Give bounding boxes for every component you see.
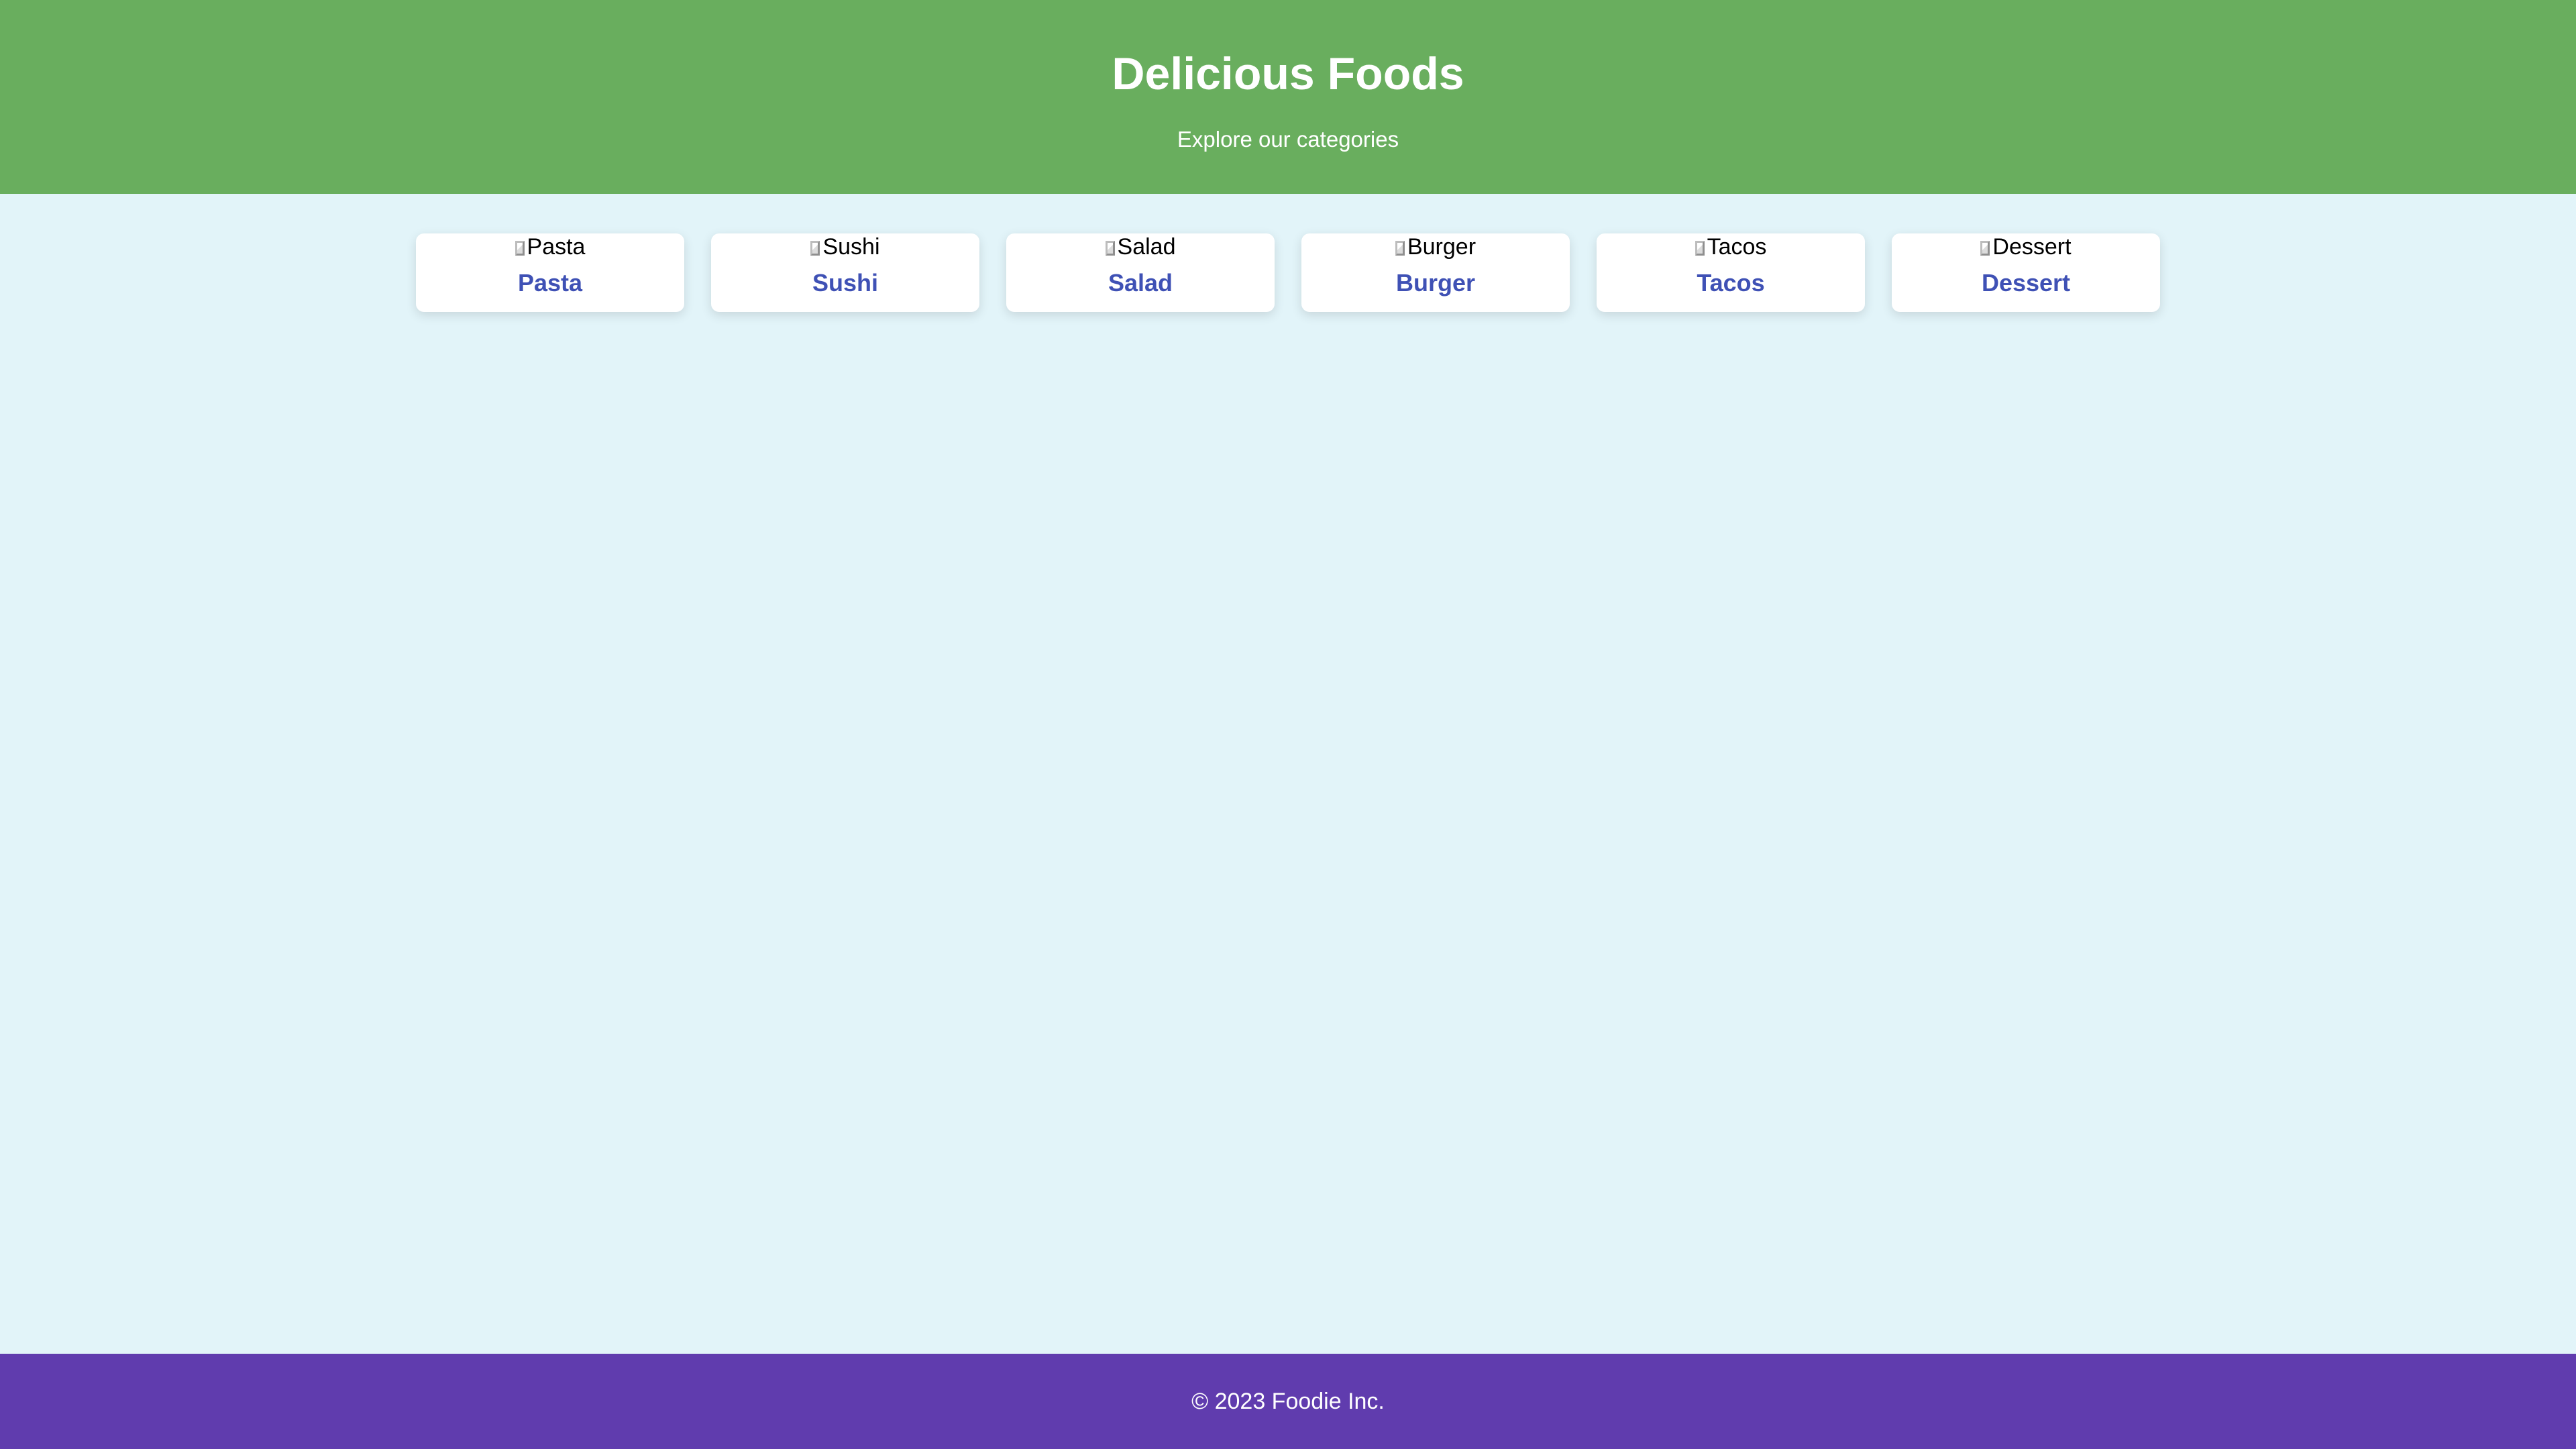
burger-image-alt-text: Burger xyxy=(1407,234,1477,260)
pasta-image: Pasta xyxy=(416,233,684,260)
category-card-pasta[interactable]: Pasta Pasta xyxy=(416,233,684,312)
food-categories-page: Delicious Foods Explore our categories P… xyxy=(0,0,2576,1449)
tacos-image: Tacos xyxy=(1597,233,1865,260)
broken-image-icon xyxy=(515,241,525,256)
sushi-image-alt-text: Sushi xyxy=(822,234,880,260)
salad-image-alt-text: Salad xyxy=(1117,234,1176,260)
category-card-burger[interactable]: Burger Burger xyxy=(1301,233,1570,312)
category-grid: Pasta Pasta Sushi Sushi Salad Salad Burg… xyxy=(416,233,2160,312)
category-label-tacos: Tacos xyxy=(1697,269,1765,297)
category-card-salad[interactable]: Salad Salad xyxy=(1006,233,1275,312)
category-label-sushi: Sushi xyxy=(812,269,878,297)
page-title: Delicious Foods xyxy=(1112,48,1464,99)
category-card-sushi[interactable]: Sushi Sushi xyxy=(711,233,979,312)
page-subtitle: Explore our categories xyxy=(1177,127,1399,152)
salad-image: Salad xyxy=(1006,233,1275,260)
dessert-image: Dessert xyxy=(1892,233,2160,260)
sushi-image: Sushi xyxy=(711,233,979,260)
category-label-salad: Salad xyxy=(1108,269,1173,297)
broken-image-icon xyxy=(810,241,820,256)
pasta-image-alt-text: Pasta xyxy=(527,234,586,260)
tacos-image-alt-text: Tacos xyxy=(1707,234,1767,260)
category-label-burger: Burger xyxy=(1395,269,1476,297)
category-label-dessert: Dessert xyxy=(1981,269,2071,297)
dessert-image-alt-text: Dessert xyxy=(1992,234,2072,260)
broken-image-icon xyxy=(1695,241,1705,256)
copyright-text: © 2023 Foodie Inc. xyxy=(1191,1389,1385,1414)
broken-image-icon xyxy=(1395,241,1405,256)
category-card-tacos[interactable]: Tacos Tacos xyxy=(1597,233,1865,312)
broken-image-icon xyxy=(1105,241,1115,256)
category-label-pasta: Pasta xyxy=(517,269,583,297)
category-card-dessert[interactable]: Dessert Dessert xyxy=(1892,233,2160,312)
site-header: Delicious Foods Explore our categories xyxy=(0,0,2576,194)
site-footer: © 2023 Foodie Inc. xyxy=(0,1354,2576,1449)
burger-image: Burger xyxy=(1301,233,1570,260)
broken-image-icon xyxy=(1980,241,1990,256)
